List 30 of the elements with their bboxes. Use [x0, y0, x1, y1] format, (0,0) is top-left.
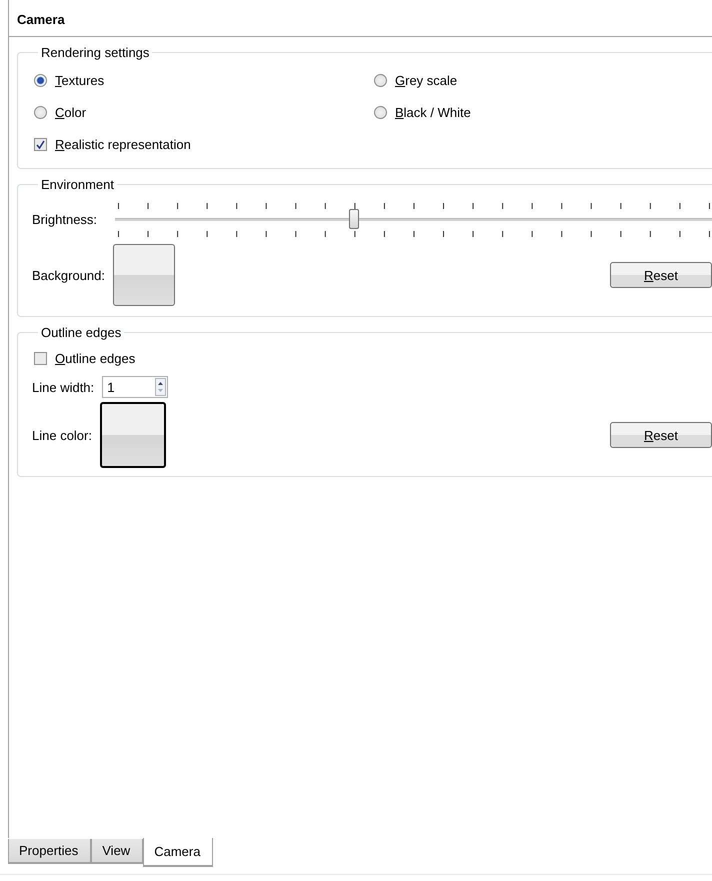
field-label: Line color:: [32, 428, 92, 442]
field-label: Line width:: [32, 380, 94, 394]
radio-button[interactable]: [374, 106, 387, 118]
checkbox-label[interactable]: Outline edges: [55, 350, 136, 366]
tab[interactable]: View: [91, 839, 144, 864]
option-label[interactable]: Textures: [55, 72, 104, 88]
option-label[interactable]: Black / White: [395, 104, 471, 120]
group-title: Environment: [40, 177, 115, 192]
checkbox[interactable]: [34, 352, 47, 364]
spin-arrows-icon[interactable]: [155, 378, 166, 396]
field-label: Background:: [32, 268, 105, 282]
checkbox[interactable]: [34, 138, 47, 150]
slider-thumb[interactable]: [348, 209, 359, 229]
color-swatch-button[interactable]: [100, 402, 166, 468]
option-label[interactable]: Color: [55, 104, 86, 120]
color-swatch-button[interactable]: [113, 244, 175, 306]
reset-button[interactable]: Reset: [610, 262, 712, 288]
option-label[interactable]: Grey scale: [395, 72, 458, 88]
number-spinner[interactable]: 1: [102, 376, 168, 398]
tab[interactable]: Camera: [143, 838, 214, 867]
group-title: Rendering settings: [40, 45, 150, 60]
radio-button[interactable]: [34, 106, 47, 118]
tab[interactable]: Properties: [8, 839, 92, 864]
radio-button[interactable]: [374, 74, 387, 86]
group-title: Outline edges: [40, 325, 122, 340]
reset-button[interactable]: Reset: [610, 422, 712, 448]
panel-title: Camera: [9, 0, 712, 37]
field-label: Brightness:: [32, 212, 98, 226]
radio-button[interactable]: [34, 74, 47, 86]
checkbox-label[interactable]: Realistic representation: [55, 136, 191, 152]
